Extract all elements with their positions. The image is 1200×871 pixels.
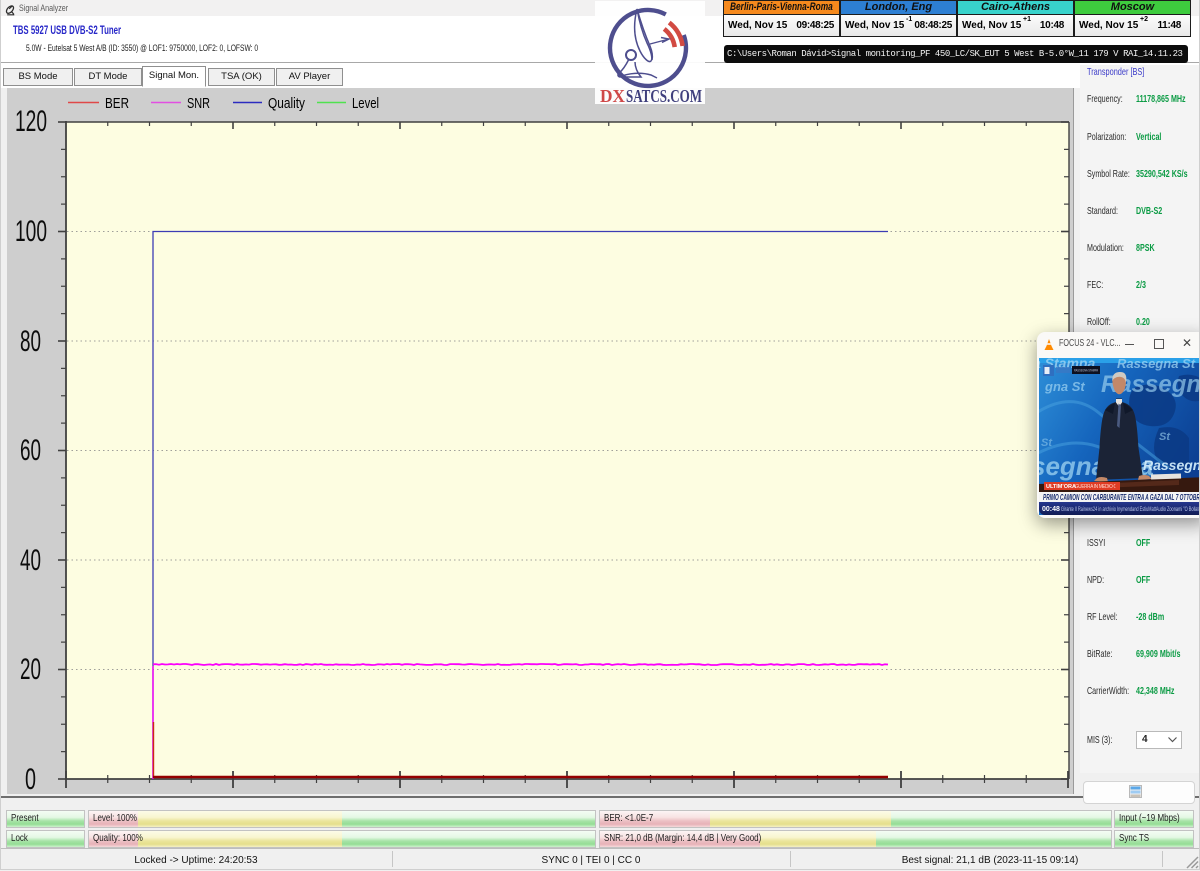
svg-text:20: 20	[20, 653, 41, 686]
svg-text:St: St	[1041, 437, 1053, 449]
svg-text:Girante Il Rainews24 in archiv: Girante Il Rainews24 in archivio Inymend…	[1061, 506, 1200, 513]
svg-text:St: St	[1159, 431, 1171, 443]
svg-text:40: 40	[20, 544, 41, 577]
svg-text:SATCS.COM: SATCS.COM	[626, 86, 702, 104]
svg-text:100: 100	[15, 215, 47, 248]
svg-text:0: 0	[25, 763, 36, 794]
svg-text:Quality: Quality	[268, 95, 305, 112]
svg-text:SNR: SNR	[187, 95, 210, 112]
svg-text:RASSEGNA STAMPA: RASSEGNA STAMPA	[1074, 368, 1098, 373]
svg-text:80: 80	[20, 325, 41, 358]
svg-text:120: 120	[15, 105, 47, 138]
svg-text:Rassegna St: Rassegna St	[1117, 358, 1196, 371]
svg-text:Level: Level	[352, 95, 379, 112]
svg-text:60: 60	[20, 434, 41, 467]
svg-text:00:48: 00:48	[1042, 506, 1060, 513]
svg-text:PRIMO CAMION CON CARBURANTE EN: PRIMO CAMION CON CARBURANTE ENTRA A GAZA…	[1043, 492, 1200, 502]
svg-text:Rassegna Sta: Rassegna Sta	[1143, 457, 1200, 473]
svg-text:BER: BER	[105, 95, 129, 112]
svg-text:DX: DX	[600, 86, 625, 104]
svg-text:gna St: gna St	[1044, 379, 1085, 394]
